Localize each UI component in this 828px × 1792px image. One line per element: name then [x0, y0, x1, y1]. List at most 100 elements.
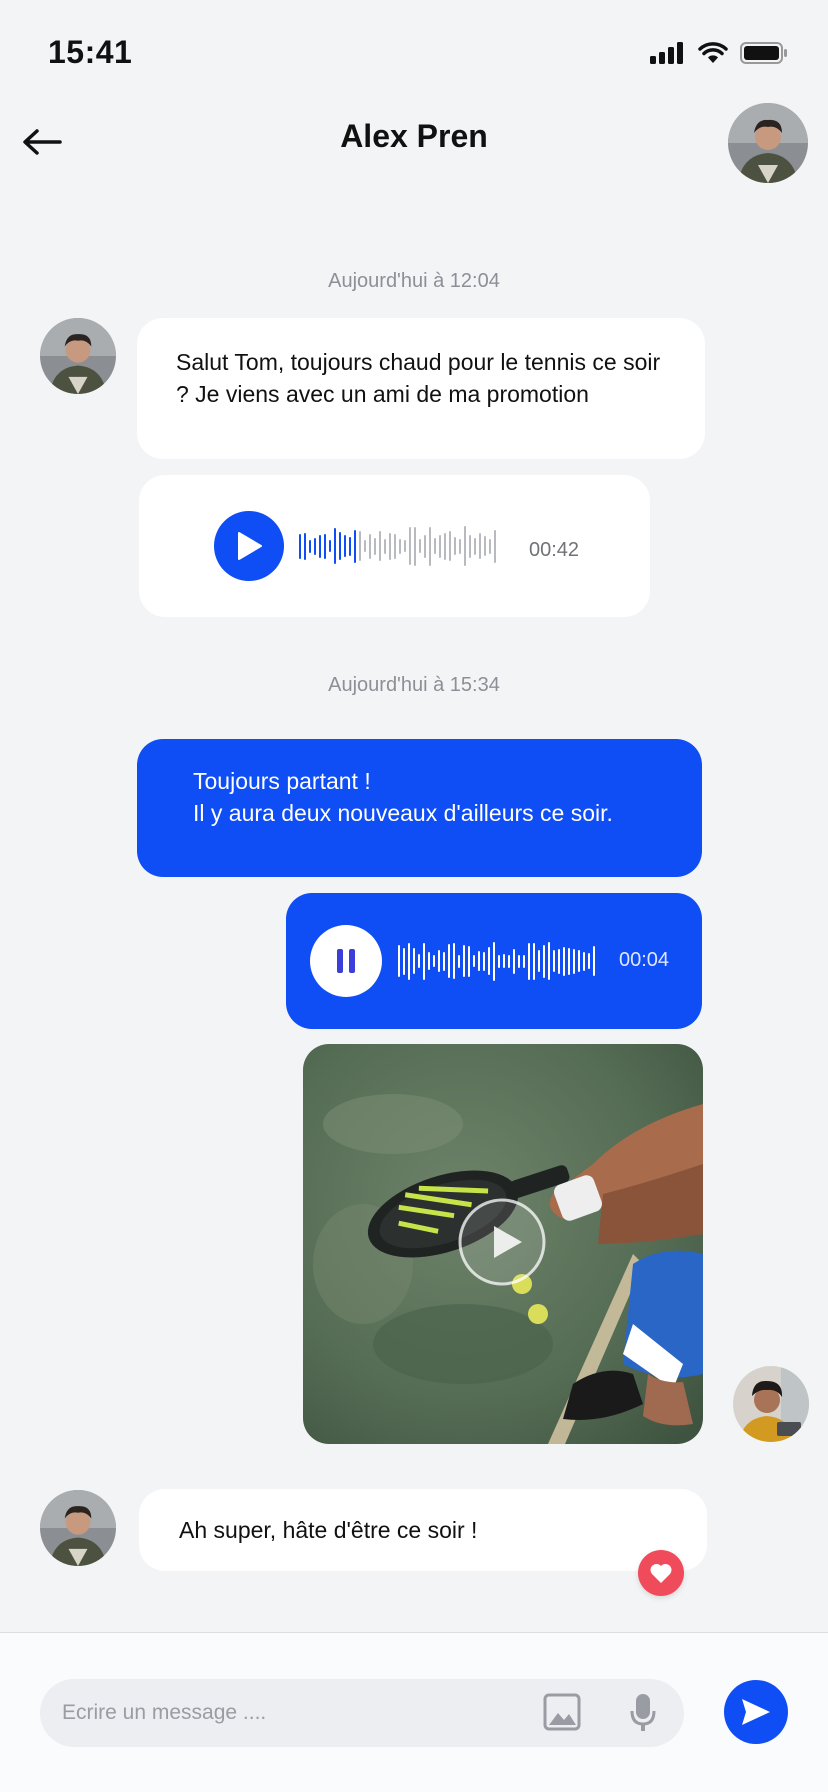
waveform-bar	[498, 954, 500, 968]
waveform-bar	[319, 534, 321, 558]
waveform-bar	[414, 526, 416, 566]
waveform-bar	[459, 538, 461, 554]
waveform-bar	[423, 942, 425, 980]
battery-icon	[740, 42, 787, 64]
sender-avatar[interactable]	[40, 1490, 116, 1566]
waveform-bar	[484, 536, 486, 556]
waveform-bar	[379, 531, 381, 561]
waveform-bar	[349, 536, 351, 556]
send-icon	[742, 1699, 770, 1725]
my-avatar[interactable]	[733, 1366, 809, 1442]
voice-record-button[interactable]	[630, 1693, 656, 1738]
audio-message-incoming[interactable]: 00:42	[139, 475, 650, 617]
waveform-bar	[518, 954, 520, 968]
heart-icon	[650, 1563, 672, 1583]
waveform-bar	[563, 946, 565, 976]
wifi-icon	[698, 42, 728, 63]
waveform-bar	[389, 532, 391, 560]
sender-avatar[interactable]	[40, 318, 116, 394]
waveform-bar	[543, 944, 545, 978]
microphone-icon	[630, 1694, 656, 1731]
play-icon	[238, 532, 262, 560]
signal-icon	[650, 42, 683, 64]
pause-icon	[337, 949, 355, 973]
waveform-bar	[568, 947, 570, 975]
waveform-bar	[528, 942, 530, 980]
waveform-bar	[583, 951, 585, 971]
waveform-bar	[453, 943, 455, 979]
send-button[interactable]	[724, 1680, 788, 1744]
waveform-bar	[364, 540, 366, 552]
waveform-bar	[424, 534, 426, 558]
pause-button[interactable]	[310, 925, 382, 997]
audio-message-outgoing[interactable]: 00:04	[286, 893, 702, 1029]
waveform-bar	[369, 533, 371, 559]
status-icons	[650, 42, 788, 64]
waveform-bar	[359, 531, 361, 561]
waveform-bar	[508, 954, 510, 968]
message-bubble-outgoing[interactable]: Toujours partant ! Il y aura deux nouvea…	[137, 739, 702, 877]
waveform-bar	[399, 538, 401, 554]
message-text: Ah super, hâte d'être ce soir !	[179, 1517, 478, 1543]
waveform-bar	[448, 944, 450, 978]
waveform-bar	[489, 538, 491, 554]
waveform-bar	[413, 948, 415, 974]
message-input-container	[40, 1679, 684, 1747]
audio-waveform[interactable]	[299, 524, 496, 568]
timestamp: Aujourd'hui à 12:04	[328, 270, 500, 292]
message-bubble-incoming[interactable]: Salut Tom, toujours chaud pour le tennis…	[137, 318, 705, 459]
waveform-bar	[438, 950, 440, 972]
waveform-bar	[299, 533, 301, 559]
play-icon	[494, 1226, 522, 1258]
waveform-bar	[449, 531, 451, 561]
audio-waveform[interactable]	[398, 939, 595, 983]
waveform-bar	[479, 533, 481, 559]
waveform-bar	[398, 945, 400, 977]
play-button[interactable]	[214, 511, 284, 581]
waveform-bar	[443, 951, 445, 971]
waveform-bar	[433, 955, 435, 967]
waveform-bar	[403, 947, 405, 975]
video-play-button[interactable]	[490, 1224, 524, 1265]
waveform-bar	[553, 950, 555, 972]
waveform-bar	[418, 954, 420, 968]
waveform-bar	[394, 533, 396, 559]
waveform-bar	[429, 526, 431, 566]
waveform-bar	[384, 538, 386, 554]
video-message[interactable]	[303, 1044, 703, 1444]
waveform-bar	[473, 955, 475, 967]
attach-image-button[interactable]	[543, 1693, 581, 1736]
waveform-bar	[483, 951, 485, 971]
waveform-bar	[344, 535, 346, 557]
waveform-bar	[478, 951, 480, 971]
contact-avatar[interactable]	[728, 103, 808, 183]
waveform-bar	[454, 537, 456, 555]
audio-duration: 00:04	[619, 949, 670, 971]
waveform-bar	[339, 532, 341, 560]
waveform-bar	[588, 953, 590, 969]
timestamp: Aujourd'hui à 15:34	[328, 674, 500, 696]
waveform-bar	[513, 948, 515, 974]
message-text-line: Il y aura deux nouveaux d'ailleurs ce so…	[193, 800, 613, 826]
audio-duration: 00:42	[529, 539, 580, 561]
status-time: 15:41	[48, 34, 133, 70]
message-text: Salut Tom, toujours chaud pour le tennis…	[176, 349, 661, 407]
message-text-line: Toujours partant !	[193, 768, 371, 794]
waveform-bar	[404, 540, 406, 552]
waveform-bar	[494, 529, 496, 563]
waveform-bar	[538, 950, 540, 972]
waveform-bar	[458, 954, 460, 968]
waveform-bar	[463, 945, 465, 977]
message-input[interactable]	[62, 1679, 522, 1747]
waveform-bar	[419, 539, 421, 553]
waveform-bar	[593, 946, 595, 976]
waveform-bar	[314, 537, 316, 555]
like-reaction[interactable]	[638, 1550, 684, 1596]
waveform-bar	[493, 941, 495, 981]
waveform-bar	[408, 942, 410, 980]
waveform-bar	[324, 533, 326, 559]
waveform-bar	[334, 528, 336, 564]
waveform-bar	[464, 526, 466, 566]
page-title: Alex Pren	[340, 118, 488, 154]
message-bubble-incoming[interactable]: Ah super, hâte d'être ce soir !	[139, 1489, 707, 1571]
